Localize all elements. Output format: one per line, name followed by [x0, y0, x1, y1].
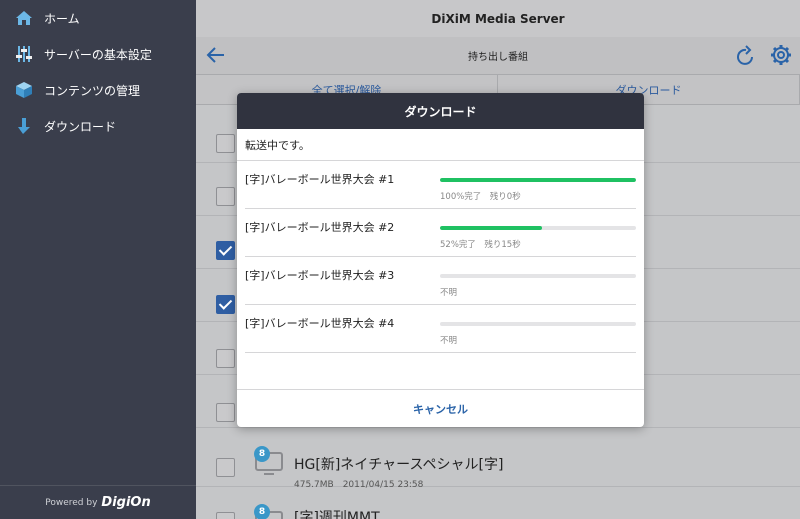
download-item-status: 不明 — [440, 288, 458, 298]
digion-logo: DigiOn — [101, 495, 151, 510]
download-item-status: 52%完了 残り15秒 — [440, 240, 521, 250]
cancel-button[interactable]: キャンセル — [237, 389, 644, 427]
row-checkbox[interactable] — [216, 403, 235, 422]
channel-badge: 8 — [254, 446, 270, 462]
download-item: [字]バレーボール世界大会 #1 100%完了 残り0秒 — [245, 161, 636, 209]
gear-icon[interactable] — [770, 44, 792, 69]
download-dialog: ダウンロード 転送中です。 [字]バレーボール世界大会 #1 100%完了 残り… — [237, 93, 644, 427]
list-item[interactable]: 8 HG[新]ネイチャースペシャル[字] 475.7MB 2011/04/15 … — [196, 429, 800, 490]
download-item-status: 100%完了 残り0秒 — [440, 192, 521, 202]
progress-fill — [440, 226, 542, 230]
reload-icon[interactable] — [736, 45, 756, 70]
sidebar: ホーム サーバーの基本設定 コンテンツの管理 ダウンロード Powered by… — [0, 0, 196, 519]
powered-by-text: Powered by — [45, 497, 98, 508]
progress-bar — [440, 178, 636, 182]
channel-badge: 8 — [254, 504, 270, 519]
progress-fill — [440, 178, 636, 182]
sidebar-item-label: ダウンロード — [44, 119, 117, 134]
transfer-status: 転送中です。 — [237, 129, 644, 161]
sliders-icon — [14, 44, 34, 64]
download-item-name: [字]バレーボール世界大会 #4 — [245, 317, 395, 330]
download-arrow-icon — [14, 116, 34, 136]
powered-by-footer: Powered by DigiOn — [0, 485, 196, 519]
app-title: DiXiM Media Server — [196, 0, 800, 37]
row-checkbox[interactable] — [216, 187, 235, 206]
program-title: [字]週刊MMT — [294, 510, 380, 519]
download-item-name: [字]バレーボール世界大会 #2 — [245, 221, 395, 234]
progress-bar — [440, 226, 636, 230]
download-item-name: [字]バレーボール世界大会 #1 — [245, 173, 395, 186]
row-checkbox[interactable] — [216, 241, 235, 260]
program-title: HG[新]ネイチャースペシャル[字] — [294, 457, 504, 473]
sidebar-item-label: コンテンツの管理 — [44, 83, 141, 98]
sidebar-item-label: サーバーの基本設定 — [44, 47, 152, 62]
download-item: [字]バレーボール世界大会 #4 不明 — [245, 305, 636, 353]
sidebar-item-content-management[interactable]: コンテンツの管理 — [0, 72, 196, 108]
download-item: [字]バレーボール世界大会 #2 52%完了 残り15秒 — [245, 209, 636, 257]
row-checkbox[interactable] — [216, 512, 235, 519]
dialog-title: ダウンロード — [237, 93, 644, 129]
page-header: 持ち出し番組 — [196, 37, 800, 75]
sidebar-item-server-settings[interactable]: サーバーの基本設定 — [0, 36, 196, 72]
row-checkbox[interactable] — [216, 349, 235, 368]
row-checkbox[interactable] — [216, 134, 235, 153]
row-checkbox[interactable] — [216, 458, 235, 477]
progress-bar — [440, 322, 636, 326]
row-checkbox[interactable] — [216, 295, 235, 314]
sidebar-item-label: ホーム — [44, 11, 80, 26]
list-item[interactable]: 8 [字]週刊MMT — [196, 488, 800, 519]
home-icon — [14, 8, 34, 28]
cube-icon — [14, 80, 34, 100]
progress-bar — [440, 274, 636, 278]
sidebar-item-download[interactable]: ダウンロード — [0, 108, 196, 144]
sidebar-item-home[interactable]: ホーム — [0, 0, 196, 36]
download-item: [字]バレーボール世界大会 #3 不明 — [245, 257, 636, 305]
download-item-name: [字]バレーボール世界大会 #3 — [245, 269, 395, 282]
back-arrow-icon[interactable] — [206, 45, 226, 69]
download-item-status: 不明 — [440, 336, 458, 346]
page-title: 持ち出し番組 — [468, 52, 528, 63]
